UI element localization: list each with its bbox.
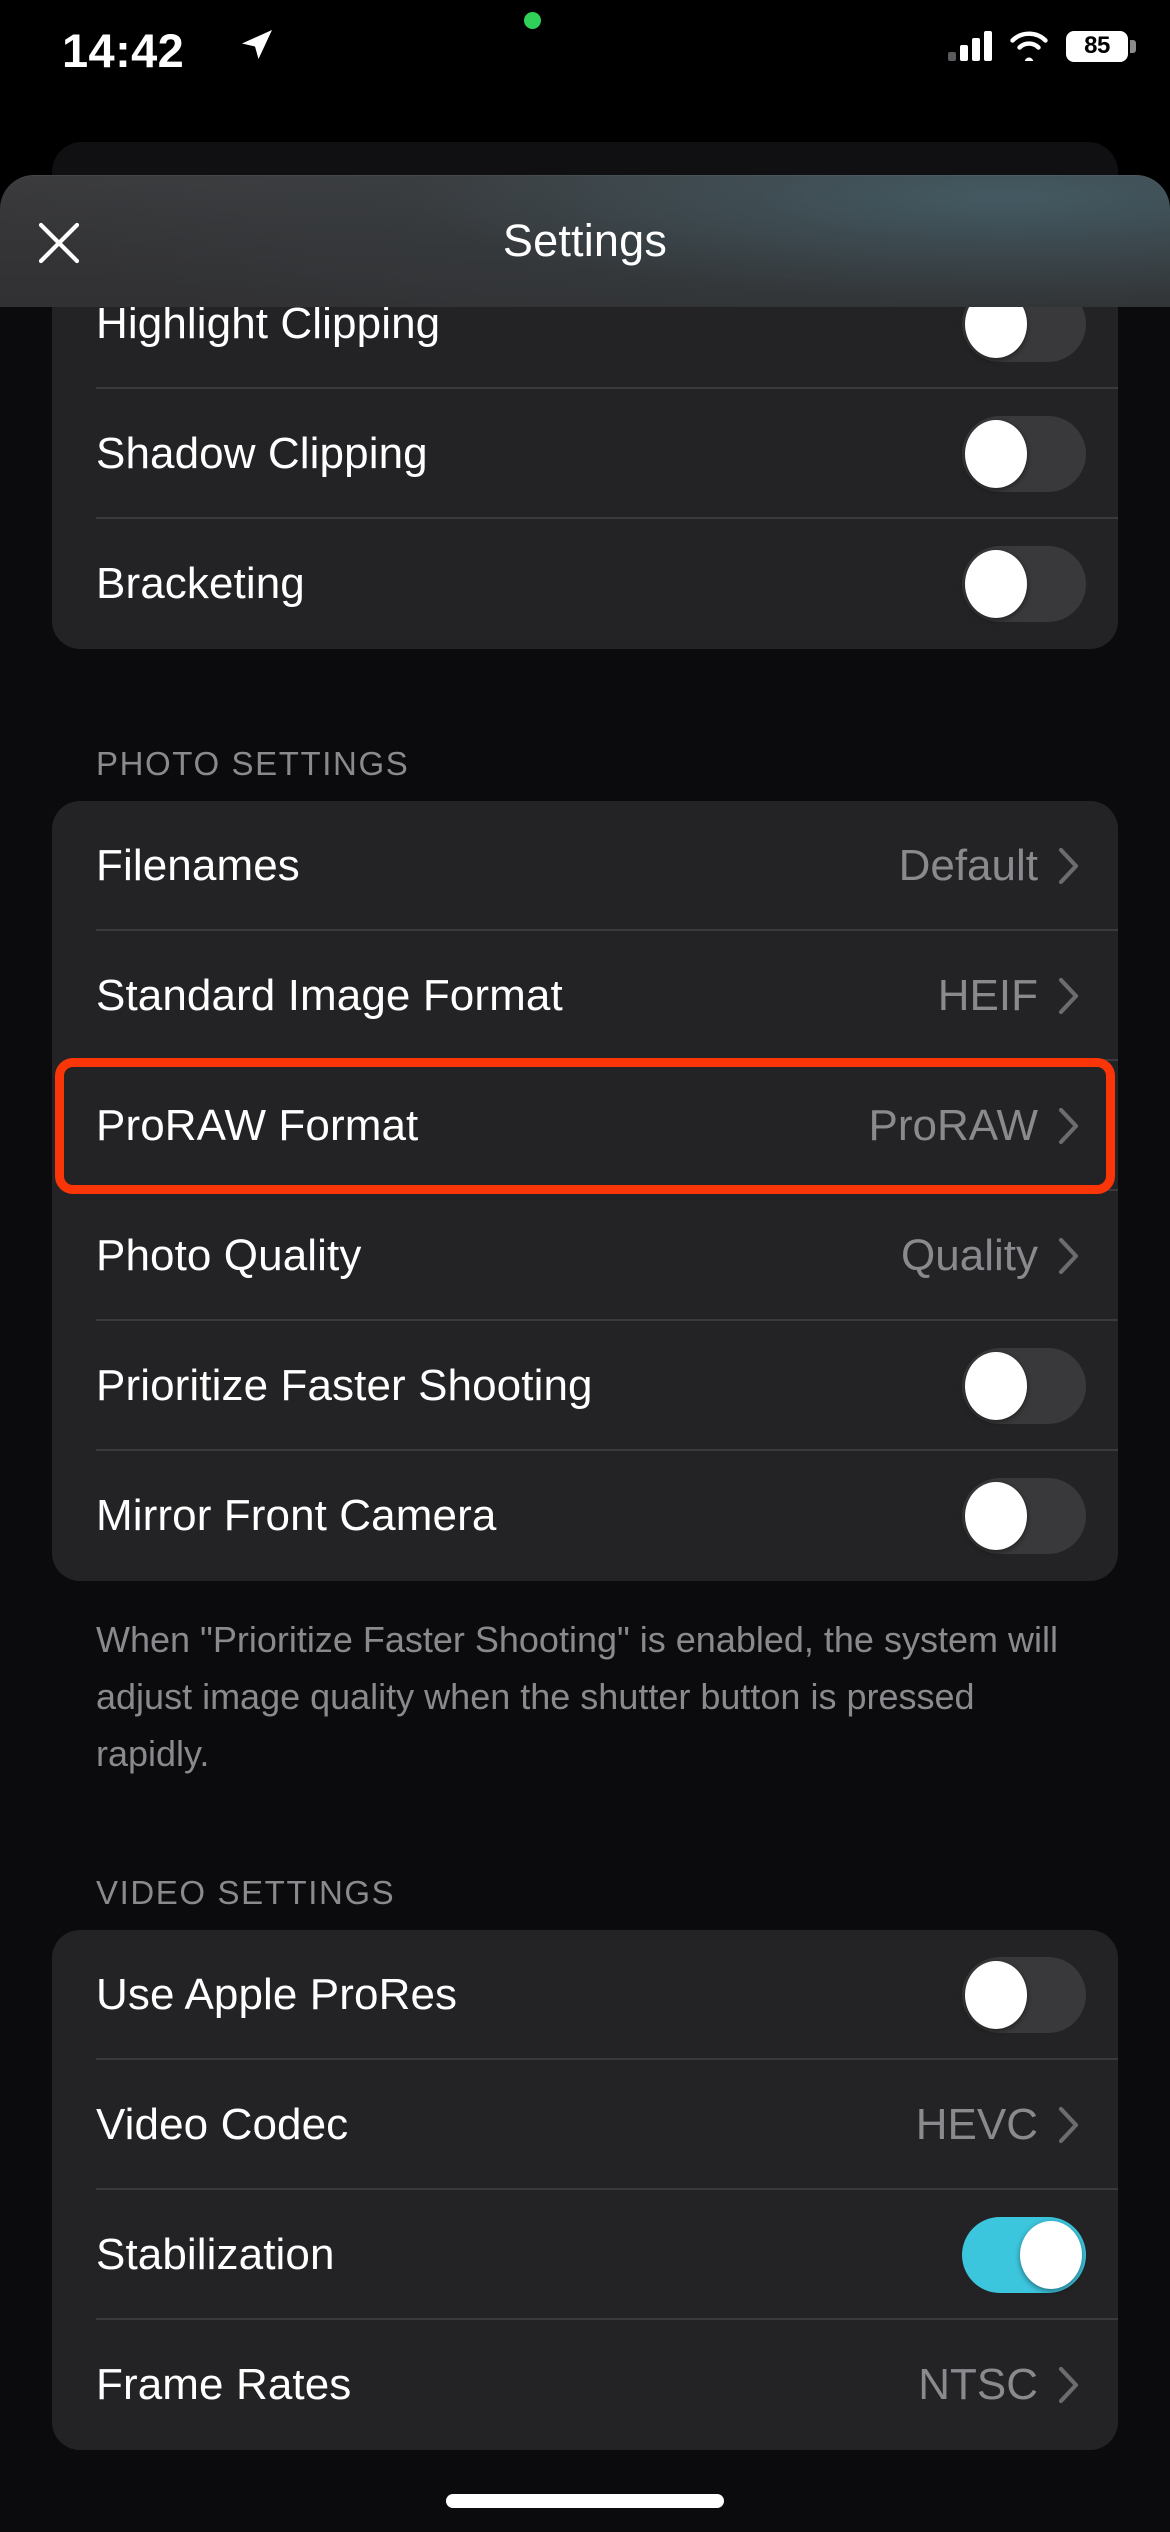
toggle-mirror-front-camera[interactable] [962,1478,1086,1554]
settings-scroll-view[interactable]: Highlight Clipping Shadow Clipping Bracket… [0,307,1170,2532]
cellular-signal-icon [948,31,992,61]
page-title: Settings [502,215,668,266]
photo-settings-group: Filenames Default Standard Image Format HEI… [52,801,1118,1581]
green-recording-dot-icon [524,12,541,29]
row-proraw-format[interactable]: ProRAW Format ProRAW [52,1061,1118,1191]
row-label: Prioritize Faster Shooting [96,1361,593,1410]
row-value: HEVC [915,2100,1038,2149]
settings-sheet-header: Settings [0,175,1170,307]
video-settings-group: Use Apple ProRes Video Codec HEVC Stabiliza… [52,1930,1118,2450]
row-stabilization[interactable]: Stabilization [52,2190,1118,2320]
row-label: Video Codec [96,2100,349,2149]
chevron-right-icon [1058,977,1079,1015]
location-arrow-icon [242,30,272,59]
toggle-knob [965,420,1027,488]
toggle-knob [965,307,1027,358]
battery-icon: 85 [1066,30,1136,62]
toggle-bracketing[interactable] [962,546,1086,622]
row-prioritize-faster-shooting[interactable]: Prioritize Faster Shooting [52,1321,1118,1451]
home-indicator-bar [446,2494,724,2508]
toggle-knob [965,1482,1027,1550]
row-use-apple-prores[interactable]: Use Apple ProRes [52,1930,1118,2060]
toggle-knob [965,550,1027,618]
row-accessory: Quality [901,1231,1080,1281]
row-label: Stabilization [96,2230,335,2279]
row-accessory [962,1348,1086,1424]
row-mirror-front-camera[interactable]: Mirror Front Camera [52,1451,1118,1581]
phone-screen: 14:42 85 Settings Highlight Clipping Sha… [0,0,1170,2532]
row-accessory [962,416,1086,492]
row-accessory [962,1957,1086,2033]
row-label: Highlight Clipping [96,307,441,348]
row-frame-rates[interactable]: Frame Rates NTSC [52,2320,1118,2450]
toggle-stabilization[interactable] [962,2217,1086,2293]
row-value: HEIF [937,971,1038,1020]
row-label: Shadow Clipping [96,429,428,478]
row-label: Photo Quality [96,1231,362,1280]
row-label: Use Apple ProRes [96,1970,458,2019]
toggle-knob [965,1352,1027,1420]
row-label: Filenames [96,841,300,890]
toggle-shadow-clipping[interactable] [962,416,1086,492]
chevron-right-icon [1058,2106,1079,2144]
row-value: Quality [901,1231,1038,1280]
row-accessory: NTSC [918,2360,1080,2410]
row-accessory [962,1478,1086,1554]
wifi-icon [1010,31,1048,61]
toggle-use-apple-prores[interactable] [962,1957,1086,2033]
toggle-prioritize-faster-shooting[interactable] [962,1348,1086,1424]
row-accessory: Default [899,841,1080,891]
row-value: Default [898,841,1038,890]
row-accessory [962,2217,1086,2293]
row-video-codec[interactable]: Video Codec HEVC [52,2060,1118,2190]
row-label: Frame Rates [96,2360,352,2409]
chevron-right-icon [1058,2366,1079,2404]
group-gap [0,649,1170,709]
row-accessory [962,546,1086,622]
row-label: Mirror Front Camera [96,1491,497,1540]
footnote-photo-settings-group: When "Prioritize Faster Shooting" is ena… [96,1619,1058,1774]
section-header-photo-settings-group: PHOTO SETTINGS [96,745,410,782]
row-accessory [962,307,1086,362]
row-accessory: HEIF [938,971,1080,1021]
row-shadow-clipping[interactable]: Shadow Clipping [52,389,1118,519]
row-accessory: HEVC [916,2100,1080,2150]
row-label: Bracketing [96,559,305,608]
image-analysis-group: Highlight Clipping Shadow Clipping Bracket… [52,307,1118,649]
status-bar-indicators: 85 [948,26,1136,66]
status-bar: 14:42 85 [0,0,1170,100]
row-accessory: ProRAW [869,1101,1081,1151]
section-header-video-settings-group: VIDEO SETTINGS [96,1874,396,1911]
battery-percent-label: 85 [1084,32,1110,59]
row-value: ProRAW [868,1101,1039,1150]
toggle-highlight-clipping[interactable] [962,307,1086,362]
row-bracketing[interactable]: Bracketing [52,519,1118,649]
row-standard-image-format[interactable]: Standard Image Format HEIF [52,931,1118,1061]
row-photo-quality[interactable]: Photo Quality Quality [52,1191,1118,1321]
row-label: Standard Image Format [96,971,563,1020]
row-label: ProRAW Format [96,1101,419,1150]
toggle-knob [1020,2221,1082,2289]
status-bar-clock: 14:42 [62,24,185,77]
row-value: NTSC [918,2360,1038,2409]
chevron-right-icon [1058,1237,1079,1275]
chevron-right-icon [1058,847,1079,885]
chevron-right-icon [1058,1107,1079,1145]
row-highlight-clipping[interactable]: Highlight Clipping [52,307,1118,389]
toggle-knob [965,1961,1027,2029]
row-filenames[interactable]: Filenames Default [52,801,1118,931]
group-gap [0,1782,1170,1838]
